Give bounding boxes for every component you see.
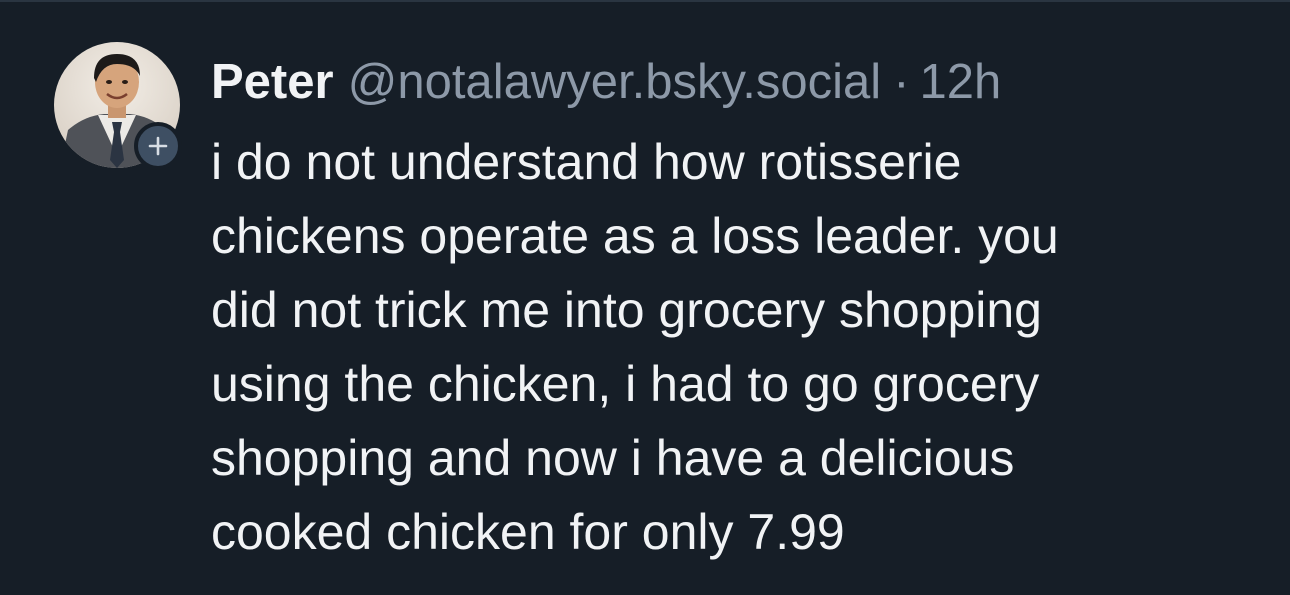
post-text-line: shopping and now i have a delicious <box>211 430 1015 486</box>
post-text-line: cooked chicken for only 7.99 <box>211 504 845 560</box>
author-display-name[interactable]: Peter <box>211 52 334 112</box>
post-body: i do not understand how rotisserie chick… <box>211 125 1271 569</box>
post-header: Peter @notalawyer.bsky.social · 12h <box>211 52 1001 112</box>
plus-icon <box>148 136 168 156</box>
post-text-line: did not trick me into grocery shopping <box>211 282 1042 338</box>
post-text-line: chickens operate as a loss leader. you <box>211 208 1059 264</box>
separator-dot: · <box>893 55 910 109</box>
post-card[interactable]: Peter @notalawyer.bsky.social · 12h i do… <box>0 0 1290 595</box>
post-timestamp[interactable]: 12h <box>920 52 1002 112</box>
post-text-line: i do not understand how rotisserie <box>211 134 962 190</box>
post-text-line: using the chicken, i had to go grocery <box>211 356 1040 412</box>
author-handle[interactable]: @notalawyer.bsky.social <box>348 52 882 112</box>
follow-button[interactable] <box>134 122 182 170</box>
avatar-container <box>54 42 182 170</box>
